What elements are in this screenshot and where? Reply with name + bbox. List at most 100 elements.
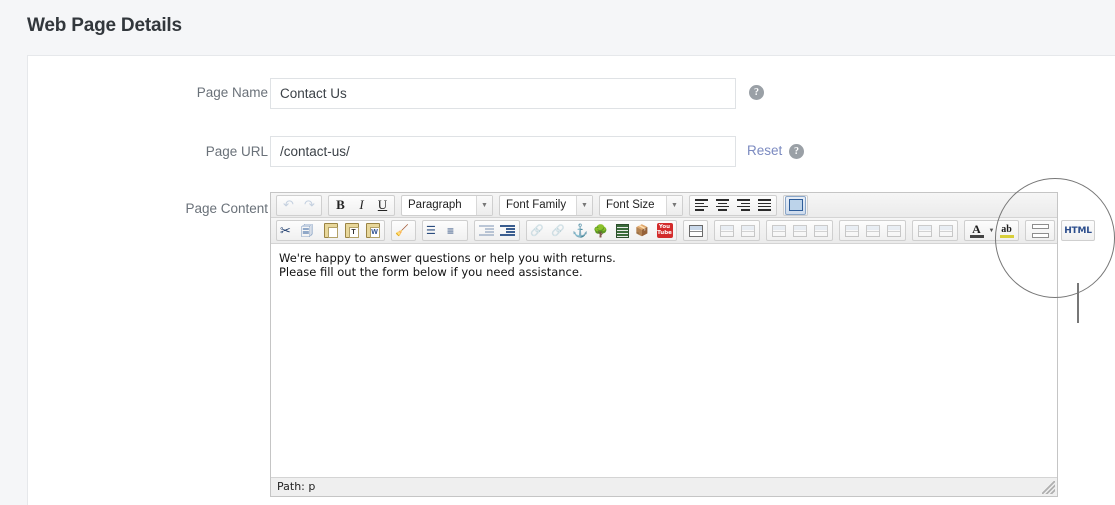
table-row-group bbox=[766, 220, 833, 241]
paste-from-word-button[interactable] bbox=[362, 221, 383, 240]
merge-cells-icon bbox=[938, 224, 953, 237]
insert-col-before-button[interactable] bbox=[841, 221, 862, 240]
paste-as-text-button[interactable] bbox=[341, 221, 362, 240]
delete-col-button[interactable] bbox=[883, 221, 904, 240]
anchor-button[interactable] bbox=[570, 221, 591, 240]
eraser-brush-icon bbox=[395, 223, 412, 239]
page-break-icon bbox=[1031, 223, 1049, 238]
format-select-value: Paragraph bbox=[408, 199, 462, 211]
paste-icon bbox=[323, 223, 338, 238]
page-name-help-icon[interactable]: ? bbox=[749, 85, 764, 100]
paste-word-icon bbox=[365, 223, 380, 238]
page-name-input[interactable] bbox=[270, 78, 736, 109]
page-url-label: Page URL bbox=[205, 144, 268, 159]
row-after-icon bbox=[792, 224, 807, 237]
insert-col-after-button[interactable] bbox=[862, 221, 883, 240]
page-break-button[interactable] bbox=[1027, 221, 1053, 240]
split-cells-button[interactable] bbox=[914, 221, 935, 240]
editor-content-line-2: Please fill out the form below if you ne… bbox=[279, 265, 583, 279]
page-header: Web Page Details bbox=[0, 0, 1115, 55]
insert-table-button[interactable] bbox=[685, 221, 706, 240]
insert-link-button[interactable] bbox=[528, 221, 549, 240]
text-color-icon: A bbox=[969, 223, 984, 238]
align-left-button[interactable] bbox=[691, 196, 712, 215]
format-select[interactable]: Paragraph ▼ bbox=[401, 194, 493, 216]
text-color-button[interactable]: A bbox=[966, 221, 987, 240]
page-content-label: Page Content bbox=[185, 201, 268, 216]
indent-icon bbox=[500, 224, 515, 237]
show-blocks-button[interactable] bbox=[785, 195, 806, 215]
unlink-icon bbox=[551, 223, 568, 239]
table-icon bbox=[688, 224, 703, 237]
resize-grip[interactable] bbox=[1042, 481, 1055, 494]
film-icon bbox=[616, 223, 629, 238]
indent-group bbox=[474, 220, 520, 241]
editor-toolbar-row-1: ↶ ↷ B I U Paragraph ▼ Font Family ▼ Font… bbox=[271, 193, 1057, 218]
font-size-select-value: Font Size bbox=[606, 199, 655, 211]
cleanup-group bbox=[391, 220, 416, 241]
page-url-input[interactable] bbox=[270, 136, 736, 167]
align-justify-button[interactable] bbox=[754, 196, 775, 215]
insert-row-before-button[interactable] bbox=[768, 221, 789, 240]
reset-url-link[interactable]: Reset bbox=[747, 143, 782, 158]
insert-group: YouTube bbox=[526, 220, 677, 241]
table-group bbox=[683, 220, 708, 241]
chevron-down-icon[interactable]: ▼ bbox=[576, 195, 592, 215]
link-icon bbox=[530, 223, 547, 239]
delete-col-icon bbox=[886, 224, 901, 237]
outdent-button[interactable] bbox=[476, 221, 497, 240]
page-name-label: Page Name bbox=[196, 85, 268, 100]
editor-toolbar-row-2: YouTube bbox=[271, 218, 1095, 244]
remove-formatting-button[interactable] bbox=[393, 221, 414, 240]
underline-button[interactable]: U bbox=[372, 196, 393, 215]
col-before-icon bbox=[844, 224, 859, 237]
paste-button[interactable] bbox=[320, 221, 341, 240]
redo-button[interactable]: ↷ bbox=[299, 196, 320, 215]
insert-row-after-button[interactable] bbox=[789, 221, 810, 240]
numbered-list-button[interactable] bbox=[445, 221, 466, 240]
cut-button[interactable] bbox=[278, 221, 299, 240]
font-size-select[interactable]: Font Size ▼ bbox=[599, 194, 683, 216]
editor-content-line-1: We're happy to answer questions or help … bbox=[279, 251, 616, 265]
align-center-button[interactable] bbox=[712, 196, 733, 215]
html-source-group: HTML bbox=[1061, 220, 1095, 241]
html-label: HTML bbox=[1064, 225, 1092, 236]
table-cell-props-button[interactable] bbox=[737, 221, 758, 240]
alignment-group bbox=[689, 194, 777, 216]
font-family-select[interactable]: Font Family ▼ bbox=[499, 194, 593, 216]
delete-row-icon bbox=[813, 224, 828, 237]
text-color-dropdown[interactable]: ▼ bbox=[987, 221, 996, 240]
chevron-down-icon[interactable]: ▼ bbox=[476, 195, 492, 215]
insert-youtube-button[interactable]: You Tube bbox=[654, 221, 675, 240]
merge-cells-button[interactable] bbox=[935, 221, 956, 240]
unlink-button[interactable] bbox=[549, 221, 570, 240]
history-group: ↶ ↷ bbox=[276, 194, 322, 216]
insert-media-button[interactable] bbox=[612, 221, 633, 240]
chevron-down-icon[interactable]: ▼ bbox=[666, 195, 682, 215]
undo-button[interactable]: ↶ bbox=[278, 196, 299, 215]
copy-button[interactable] bbox=[299, 221, 320, 240]
table-row-props-button[interactable] bbox=[716, 221, 737, 240]
table-props-group bbox=[714, 220, 760, 241]
html-source-button[interactable]: HTML bbox=[1063, 221, 1093, 240]
page-title: Web Page Details bbox=[27, 15, 182, 36]
table-col-group bbox=[839, 220, 906, 241]
delete-row-button[interactable] bbox=[810, 221, 831, 240]
page-url-help-icon[interactable]: ? bbox=[789, 144, 804, 159]
bullet-list-button[interactable] bbox=[424, 221, 445, 240]
image-icon bbox=[593, 223, 610, 239]
indent-button[interactable] bbox=[497, 221, 518, 240]
copy-icon bbox=[301, 223, 318, 239]
insert-image-button[interactable] bbox=[591, 221, 612, 240]
table-row-icon bbox=[719, 224, 734, 237]
insert-package-button[interactable] bbox=[633, 221, 654, 240]
align-right-button[interactable] bbox=[733, 196, 754, 215]
background-color-button[interactable]: ab bbox=[996, 221, 1017, 240]
bullet-list-icon bbox=[426, 223, 443, 239]
italic-button[interactable]: I bbox=[351, 196, 372, 215]
text-style-group: B I U bbox=[328, 194, 395, 216]
editor-content-area[interactable]: We're happy to answer questions or help … bbox=[271, 245, 1057, 477]
cell-merge-group bbox=[912, 220, 958, 241]
show-blocks-icon bbox=[788, 199, 803, 211]
bold-button[interactable]: B bbox=[330, 196, 351, 215]
